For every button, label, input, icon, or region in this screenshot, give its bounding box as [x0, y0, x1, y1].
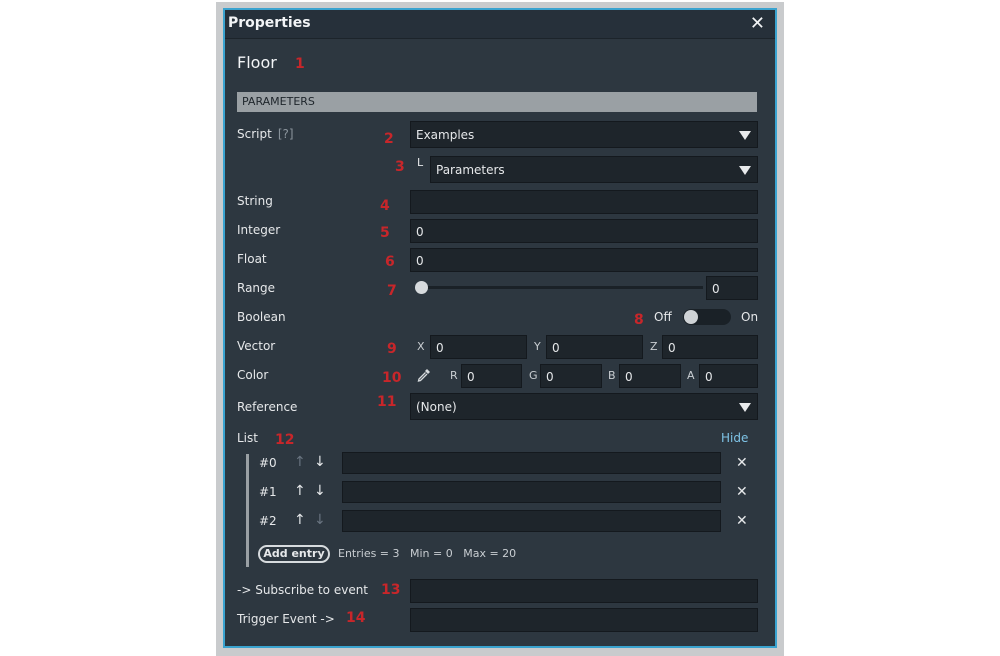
add-entry-button[interactable]: Add entry [258, 545, 330, 563]
integer-input[interactable]: 0 [410, 219, 758, 243]
annotation-3: 3 [395, 159, 405, 175]
arrow-up-icon[interactable]: ↑ [294, 483, 306, 499]
integer-label: Integer [237, 223, 281, 237]
chevron-down-icon [739, 403, 751, 412]
color-r-input[interactable]: 0 [461, 364, 522, 388]
annotation-12: 12 [275, 432, 295, 448]
arrow-down-icon[interactable]: ↓ [314, 454, 326, 470]
vector-y-label: Y [534, 340, 541, 353]
annotation-4: 4 [380, 198, 390, 214]
annotation-8: 8 [634, 312, 644, 328]
vector-z-label: Z [650, 340, 658, 353]
vector-x-input[interactable]: 0 [430, 335, 527, 359]
boolean-off-label: Off [654, 310, 672, 324]
trigger-label: Trigger Event -> [237, 612, 335, 626]
reference-label: Reference [237, 400, 298, 414]
help-link[interactable]: [?] [278, 127, 294, 141]
list-label: List [237, 431, 258, 445]
vector-label: Vector [237, 339, 276, 353]
color-a-input[interactable]: 0 [699, 364, 758, 388]
arrow-down-icon: ↓ [314, 512, 326, 528]
annotation-14: 14 [346, 610, 366, 626]
chevron-down-icon [739, 131, 751, 140]
annotation-11: 11 [377, 394, 397, 410]
toggle-knob [684, 310, 698, 324]
subscribe-label: -> Subscribe to event [237, 583, 369, 597]
boolean-toggle[interactable] [683, 309, 731, 325]
arrow-up-icon[interactable]: ↑ [294, 512, 306, 528]
color-b-input[interactable]: 0 [619, 364, 681, 388]
string-label: String [237, 194, 273, 208]
sub-script-dropdown[interactable]: Parameters [430, 156, 758, 183]
float-label: Float [237, 252, 267, 266]
remove-item-icon[interactable]: ✕ [736, 455, 748, 471]
chevron-down-icon [739, 166, 751, 175]
arrow-up-icon: ↑ [294, 454, 306, 470]
script-label: Script [?] [237, 127, 294, 141]
sub-script-prefix: L [417, 156, 424, 169]
range-slider-handle[interactable] [415, 281, 428, 294]
script-dropdown[interactable]: Examples [410, 121, 758, 148]
window-title: Properties [228, 15, 311, 31]
script-dropdown-value: Examples [416, 128, 475, 142]
color-g-label: G [529, 369, 538, 382]
list-item-index: #0 [259, 456, 277, 470]
list-stats: Entries = 3 Min = 0 Max = 20 [338, 547, 517, 560]
range-slider-track[interactable] [418, 286, 703, 289]
list-item-input[interactable] [342, 510, 721, 532]
remove-item-icon[interactable]: ✕ [736, 513, 748, 529]
reference-dropdown[interactable]: (None) [410, 393, 758, 420]
annotation-2: 2 [384, 131, 394, 147]
color-a-label: A [687, 369, 695, 382]
subscribe-event-input[interactable] [410, 579, 758, 603]
annotation-6: 6 [385, 254, 395, 270]
list-item-input[interactable] [342, 452, 721, 474]
trigger-event-input[interactable] [410, 608, 758, 632]
list-item-input[interactable] [342, 481, 721, 503]
color-label: Color [237, 368, 269, 382]
list-item-index: #2 [259, 514, 277, 528]
properties-panel: Properties ✕ Floor 1 PARAMETERS Script [?… [223, 8, 777, 648]
annotation-9: 9 [387, 341, 397, 357]
color-g-input[interactable]: 0 [540, 364, 602, 388]
annotation-5: 5 [380, 225, 390, 241]
range-value-input[interactable]: 0 [706, 276, 758, 300]
eyedropper-icon[interactable] [416, 367, 432, 386]
list-item-index: #1 [259, 485, 277, 499]
object-name: Floor [237, 53, 277, 72]
vector-x-label: X [417, 340, 425, 353]
list-indent-bar [246, 454, 249, 567]
annotation-13: 13 [381, 582, 401, 598]
annotation-7: 7 [387, 283, 397, 299]
list-hide-link[interactable]: Hide [721, 431, 748, 445]
reference-dropdown-value: (None) [416, 400, 457, 414]
color-b-label: B [608, 369, 616, 382]
arrow-down-icon[interactable]: ↓ [314, 483, 326, 499]
boolean-on-label: On [741, 310, 759, 324]
annotation-1: 1 [295, 56, 305, 72]
section-header: PARAMETERS [237, 92, 757, 112]
color-r-label: R [450, 369, 458, 382]
remove-item-icon[interactable]: ✕ [736, 484, 748, 500]
string-input[interactable] [410, 190, 758, 214]
annotation-10: 10 [382, 370, 402, 386]
float-input[interactable]: 0 [410, 248, 758, 272]
close-icon[interactable]: ✕ [750, 13, 765, 34]
script-label-text: Script [237, 127, 272, 141]
title-bar: Properties ✕ [225, 10, 775, 39]
range-label: Range [237, 281, 276, 295]
vector-z-input[interactable]: 0 [662, 335, 758, 359]
sub-script-dropdown-value: Parameters [436, 163, 505, 177]
boolean-label: Boolean [237, 310, 286, 324]
vector-y-input[interactable]: 0 [546, 335, 643, 359]
